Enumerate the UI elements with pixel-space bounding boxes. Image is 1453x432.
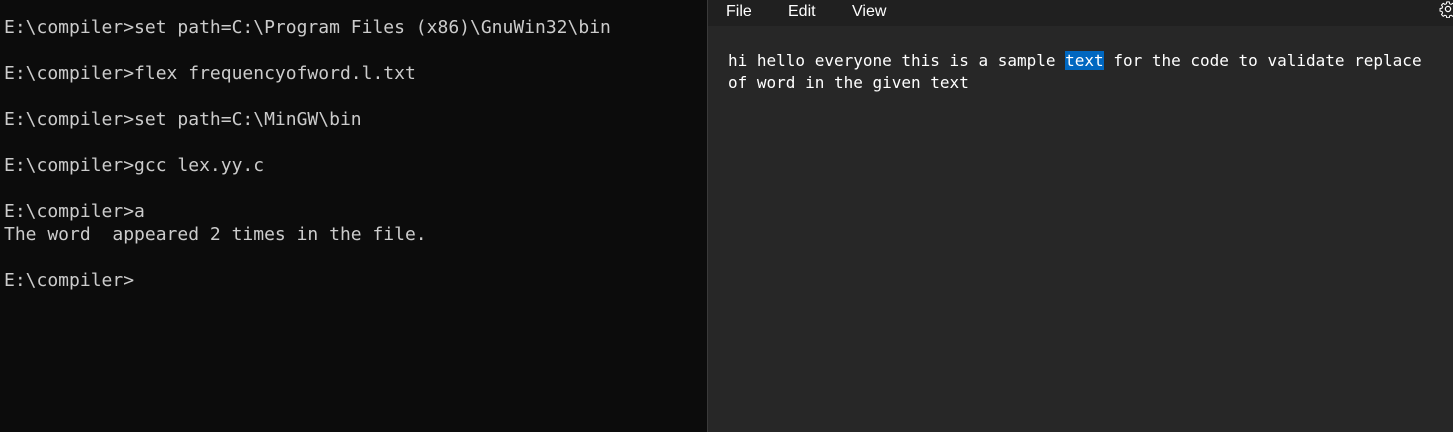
menu-view[interactable]: View [850,1,888,23]
terminal-prompt: E:\compiler> [4,270,135,291]
terminal-prompt-line[interactable]: E:\compiler> [4,269,611,292]
editor-text: hi hello everyone this is a sample [728,51,1066,70]
terminal-line: E:\compiler>flex frequencyofword.l.txt [4,63,416,84]
editor-line-1: hi hello everyone this is a sample text … [728,50,1453,72]
text-editor[interactable]: hi hello everyone this is a sample text … [728,50,1453,94]
menu-bar: File Edit View [708,0,1453,26]
terminal-line: E:\compiler>gcc lex.yy.c [4,155,265,176]
selected-text: text [1065,51,1104,70]
terminal-line: The word appeared 2 times in the file. [4,224,427,245]
menu-file[interactable]: File [724,1,754,23]
text-cursor [134,269,144,289]
terminal-line: E:\compiler>set path=C:\Program Files (x… [4,17,611,38]
editor-text: for the code to validate replace [1103,51,1422,70]
terminal-line: E:\compiler>set path=C:\MinGW\bin [4,109,362,130]
terminal-line: E:\compiler>a [4,201,145,222]
desktop-screen: E:\compiler>set path=C:\Program Files (x… [0,0,1453,432]
notepad-window: File Edit View hi hello everyone this is… [708,0,1453,432]
terminal-output: E:\compiler>set path=C:\Program Files (x… [4,16,611,292]
command-prompt-window[interactable]: E:\compiler>set path=C:\Program Files (x… [0,0,707,432]
menu-edit[interactable]: Edit [786,1,818,23]
editor-line-2: of word in the given text [728,73,969,92]
gear-icon[interactable] [1439,0,1453,18]
